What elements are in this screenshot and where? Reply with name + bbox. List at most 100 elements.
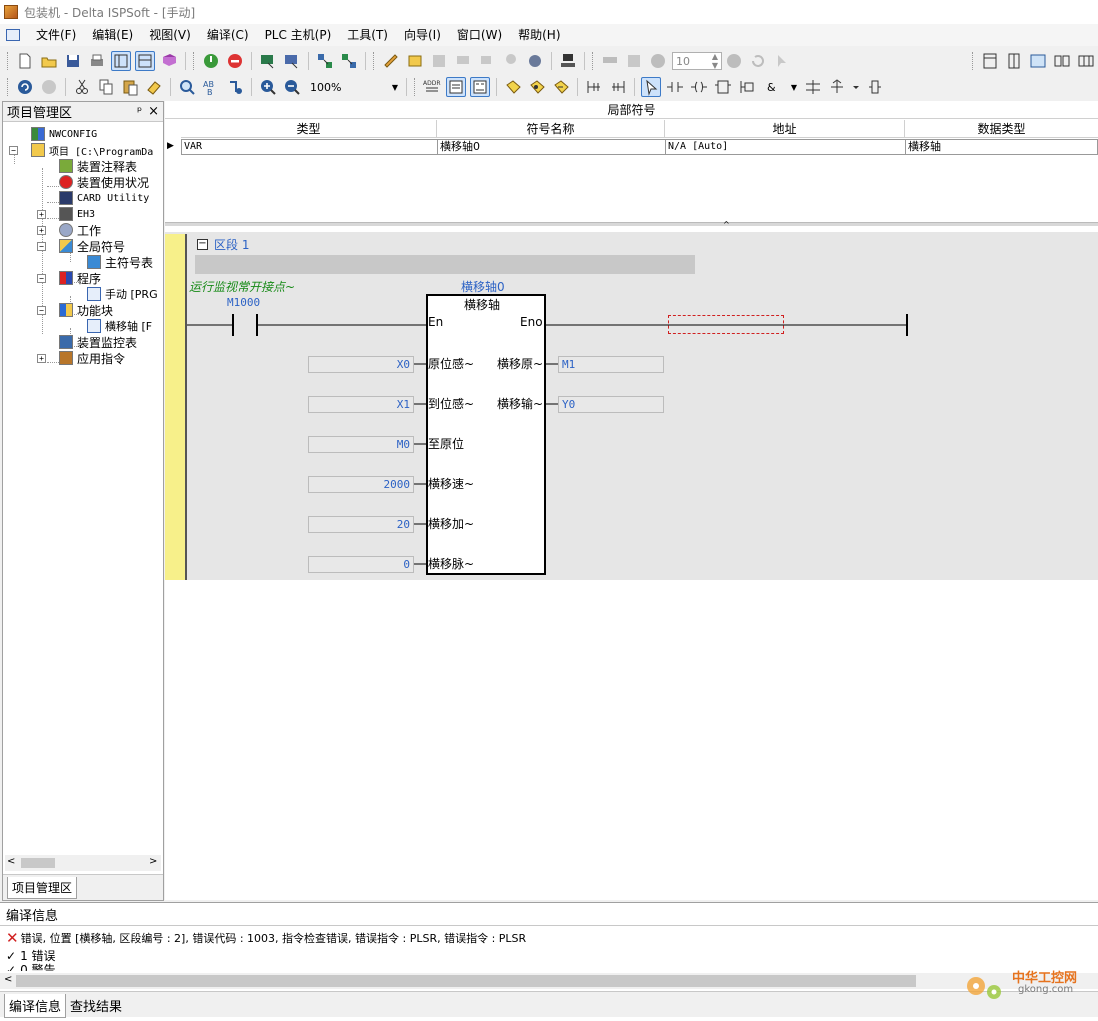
compile-scrollbar[interactable]: <	[0, 973, 1098, 989]
scroll-left-icon[interactable]: <	[4, 974, 12, 985]
plc-icon[interactable]	[405, 51, 425, 71]
find-icon[interactable]	[177, 77, 197, 97]
comm-settings-icon[interactable]	[381, 51, 401, 71]
col-data-type[interactable]: 数据类型	[905, 120, 1098, 138]
tree-item-tasks[interactable]: 工作	[59, 222, 101, 238]
collapse-icon[interactable]: −	[37, 306, 46, 315]
layout-5-icon[interactable]	[1076, 51, 1096, 71]
tree-item-global-symbols[interactable]: 全局符号	[59, 238, 125, 254]
expand-icon[interactable]: +	[37, 210, 46, 219]
col-address[interactable]: 地址	[665, 120, 905, 138]
tree-item-main-symbol-table[interactable]: 主符号表	[87, 254, 153, 270]
menu-window[interactable]: 窗口(W)	[449, 25, 510, 45]
replace-icon[interactable]: AB B	[201, 77, 221, 97]
chevron-down-icon[interactable]	[851, 77, 861, 97]
copy-icon[interactable]	[96, 77, 116, 97]
bracket-icon[interactable]	[865, 77, 885, 97]
pin-icon[interactable]: ᵖ	[137, 104, 142, 119]
menu-edit[interactable]: 编辑(E)	[84, 25, 141, 45]
run-icon[interactable]	[201, 51, 221, 71]
document-icon[interactable]	[6, 29, 20, 41]
tree-item-device-usage[interactable]: 装置使用状况	[59, 174, 149, 190]
function-block-icon[interactable]	[713, 77, 733, 97]
coil-icon[interactable]	[689, 77, 709, 97]
tree-item-eh3[interactable]: EH3	[59, 206, 95, 222]
cell-data-type[interactable]: 横移轴	[905, 139, 1098, 155]
spinner-icon[interactable]: ▲ ▼	[709, 52, 721, 70]
eraser-icon[interactable]	[144, 77, 164, 97]
tree-item-manual-prg[interactable]: 手动 [PRG	[87, 286, 158, 302]
tree-item-traverse-fb[interactable]: 横移轴 [F	[87, 318, 152, 334]
col-type[interactable]: 类型	[181, 120, 437, 138]
close-icon[interactable]: ×	[148, 104, 159, 119]
tree-item-function-blocks[interactable]: 功能块	[59, 302, 113, 318]
layout-2-icon[interactable]	[1004, 51, 1024, 71]
print-icon[interactable]	[87, 51, 107, 71]
vertical-line-icon[interactable]	[827, 77, 847, 97]
save-icon[interactable]	[63, 51, 83, 71]
tree-item-programs[interactable]: 程序	[59, 270, 101, 286]
scroll-right-icon[interactable]: >	[149, 856, 157, 867]
undo-icon[interactable]	[15, 77, 35, 97]
menu-plc[interactable]: PLC 主机(P)	[257, 25, 340, 45]
menu-help[interactable]: 帮助(H)	[510, 25, 568, 45]
upload-icon[interactable]	[315, 51, 335, 71]
tab-search-results[interactable]: 查找结果	[70, 996, 122, 1015]
online-monitor-icon[interactable]	[258, 51, 278, 71]
tag-3-icon[interactable]	[551, 77, 571, 97]
comment-view-icon[interactable]	[446, 77, 466, 97]
branch-icon[interactable]	[803, 77, 823, 97]
collapse-icon[interactable]: −	[9, 146, 18, 155]
goto-icon[interactable]	[225, 77, 245, 97]
tree-item-device-comments[interactable]: 装置注释表	[59, 158, 137, 174]
expand-icon[interactable]: +	[37, 226, 46, 235]
tree-item-nwconfig[interactable]: NWCONFIG	[31, 126, 97, 142]
contact-icon[interactable]	[665, 77, 685, 97]
tree-item-api[interactable]: 应用指令	[59, 350, 125, 366]
output-value-0[interactable]: M1	[558, 356, 664, 373]
tool-monitor-icon[interactable]	[525, 51, 545, 71]
tree-scrollbar[interactable]: < >	[5, 855, 161, 871]
cell-address[interactable]: N/A [Auto]	[665, 139, 906, 155]
error-message-row[interactable]: ✕ 错误, 位置 [横移轴, 区段编号 : 2], 错误代码 : 1003, 指…	[6, 929, 526, 947]
warning-count-row[interactable]: ✓ 0 警告	[6, 963, 56, 971]
zoom-select[interactable]: 100% ▼	[306, 78, 402, 96]
open-folder-icon[interactable]	[39, 51, 59, 71]
scroll-left-icon[interactable]: <	[7, 856, 15, 867]
zoom-out-icon[interactable]	[282, 77, 302, 97]
device-monitor-icon[interactable]	[282, 51, 302, 71]
menu-file[interactable]: 文件(F)	[28, 25, 84, 45]
symbol-view-icon[interactable]	[470, 77, 490, 97]
tab-compile-info[interactable]: 编译信息	[4, 994, 67, 1018]
tree-item-project[interactable]: 项目 [C:\ProgramDa	[31, 142, 153, 158]
download-icon[interactable]	[339, 51, 359, 71]
menu-view[interactable]: 视图(V)	[141, 25, 199, 45]
ladder-left-icon[interactable]	[584, 77, 604, 97]
zoom-in-icon[interactable]	[258, 77, 278, 97]
cut-icon[interactable]	[72, 77, 92, 97]
layout-4-icon[interactable]	[1052, 51, 1072, 71]
tag-1-icon[interactable]	[503, 77, 523, 97]
layout-3-icon[interactable]	[1028, 51, 1048, 71]
col-symbol-name[interactable]: 符号名称	[437, 120, 665, 138]
menu-compile[interactable]: 编译(C)	[199, 25, 257, 45]
cell-type[interactable]: VAR	[181, 139, 438, 155]
scroll-thumb[interactable]	[16, 975, 916, 987]
scroll-thumb[interactable]	[21, 858, 55, 868]
tag-2-icon[interactable]	[527, 77, 547, 97]
collapse-icon[interactable]: −	[37, 242, 46, 251]
step-value-input[interactable]: 10 ▲ ▼	[672, 52, 722, 70]
book-icon[interactable]	[159, 51, 179, 71]
error-count-row[interactable]: ✓ 1 错误	[6, 947, 56, 964]
stop-icon[interactable]	[225, 51, 245, 71]
menu-wizard[interactable]: 向导(I)	[396, 25, 449, 45]
cell-symbol-name[interactable]: 横移轴0	[437, 139, 666, 155]
instruction-icon[interactable]	[737, 77, 757, 97]
output-value-1[interactable]: Y0	[558, 396, 664, 413]
expand-icon[interactable]: +	[37, 354, 46, 363]
new-file-icon[interactable]	[15, 51, 35, 71]
menu-tools[interactable]: 工具(T)	[339, 25, 396, 45]
addr-icon[interactable]: ADDR	[422, 77, 442, 97]
collapse-icon[interactable]: −	[37, 274, 46, 283]
layout-1-icon[interactable]	[980, 51, 1000, 71]
